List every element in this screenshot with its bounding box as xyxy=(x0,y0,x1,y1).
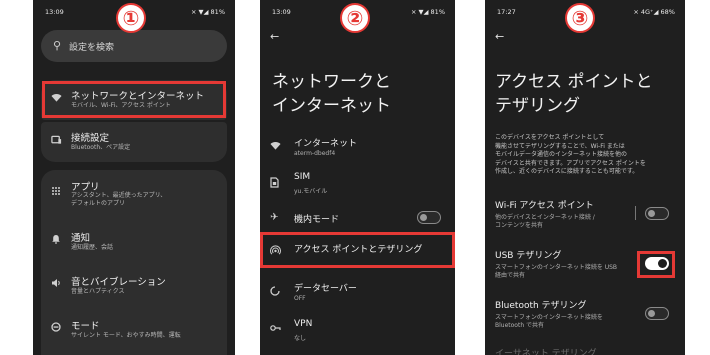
page-title-line2: テザリング xyxy=(495,96,580,116)
status-time: 13:09 xyxy=(45,8,64,16)
settings-item-modes[interactable]: モード サイレント モード、おやすみ時間、運転 xyxy=(41,306,227,350)
page-title-line2: インターネット xyxy=(272,96,391,116)
airplane-icon: ✈ xyxy=(270,212,279,223)
settings-item-title: モード xyxy=(71,321,100,332)
network-item-subtitle: OFF xyxy=(294,295,306,302)
step-badge-1: ① xyxy=(116,3,146,33)
network-item-subtitle: yu.モバイル xyxy=(294,188,328,195)
network-item-sim[interactable]: SIM yu.モバイル xyxy=(260,168,455,198)
tether-item-title: イーサネット テザリング xyxy=(495,349,597,355)
divider xyxy=(635,206,636,220)
settings-group: アプリ アシスタント、最近使ったアプリ、 デフォルトのアプリ 通知 通知履歴、会… xyxy=(41,170,227,355)
status-icons: ⨯ ▼◢ 81% xyxy=(410,8,445,16)
tether-item-subtitle: コンテンツを共有 xyxy=(495,222,544,229)
apps-grid-icon xyxy=(51,186,61,199)
network-item-title: SIM xyxy=(294,172,311,182)
network-item-title: データセーバー xyxy=(294,284,357,294)
network-item-subtitle: aterm-dbedf4 xyxy=(294,150,336,157)
tether-item-subtitle: 経由で共有 xyxy=(495,272,526,279)
wifi-hotspot-toggle[interactable] xyxy=(645,207,669,220)
settings-item-sound[interactable]: 音とバイブレーション 音量とハプティクス xyxy=(41,262,227,306)
settings-item-subtitle: Bluetooth、ペア設定 xyxy=(71,144,131,151)
step-badge-2: ② xyxy=(340,3,370,33)
network-item-internet[interactable]: インターネット aterm-dbedf4 xyxy=(260,132,455,162)
settings-item-subtitle: 通知履歴、会話 xyxy=(71,244,114,251)
highlight-box xyxy=(260,232,455,268)
tether-item-bluetooth[interactable]: Bluetooth テザリング スマートフォンのインターネット接続を Bluet… xyxy=(485,298,685,334)
bell-icon xyxy=(51,234,61,247)
back-arrow-icon[interactable]: ← xyxy=(270,30,279,43)
hotspot-tethering-screen: 17:27 ⨯ 4G⁺◢ 68% ← アクセス ポイントと テザリング このデバ… xyxy=(485,0,685,355)
page-title-line1: ネットワークと xyxy=(272,72,391,92)
tether-item-title: Bluetooth テザリング xyxy=(495,301,587,311)
tether-item-ethernet[interactable]: イーサネット テザリング xyxy=(485,346,685,355)
settings-item-subtitle: サイレント モード、おやすみ時間、運転 xyxy=(71,332,181,339)
volume-icon xyxy=(51,278,62,291)
settings-item-title: 音とバイブレーション xyxy=(71,277,166,288)
settings-item-subtitle: 音量とハプティクス xyxy=(71,288,125,295)
settings-item-title: 接続設定 xyxy=(71,133,110,144)
network-internet-screen: 13:09 ⨯ ▼◢ 81% ← ネットワークと インターネット インターネット… xyxy=(260,0,455,355)
tether-item-subtitle: Bluetooth で共有 xyxy=(495,322,545,329)
settings-item-apps[interactable]: アプリ アシスタント、最近使ったアプリ、 デフォルトのアプリ xyxy=(41,170,227,216)
settings-item-subtitle: デフォルトのアプリ xyxy=(71,200,126,207)
network-item-subtitle: なし xyxy=(294,335,307,342)
wifi-icon xyxy=(270,141,281,154)
search-placeholder: 設定を検索 xyxy=(69,43,115,53)
devices-icon xyxy=(51,135,62,148)
bluetooth-tethering-toggle[interactable] xyxy=(645,307,669,320)
settings-item-connected-devices[interactable]: 接続設定 Bluetooth、ペア設定 xyxy=(41,122,227,162)
status-time: 13:09 xyxy=(272,8,291,16)
tether-item-wifi-hotspot[interactable]: Wi-Fi アクセス ポイント 他のデバイスとインターネット接続 / コンテンツ… xyxy=(485,198,685,234)
mode-icon xyxy=(51,322,61,335)
status-time: 17:27 xyxy=(497,8,516,16)
back-arrow-icon[interactable]: ← xyxy=(495,30,504,43)
page-description: このデバイスをアクセス ポイントとして 機能させてテザリングすることで、Wi-F… xyxy=(495,134,646,175)
tether-item-title: Wi-Fi アクセス ポイント xyxy=(495,201,594,211)
network-item-data-saver[interactable]: データセーバー OFF xyxy=(260,278,455,308)
network-item-title: インターネット xyxy=(294,139,358,149)
step-badge-3: ③ xyxy=(565,3,595,33)
settings-item-subtitle: アシスタント、最近使ったアプリ、 xyxy=(71,192,167,199)
network-item-airplane-mode[interactable]: ✈ 機内モード xyxy=(260,206,455,230)
settings-item-notifications[interactable]: 通知 通知履歴、会話 xyxy=(41,218,227,262)
highlight-box xyxy=(42,81,226,118)
page-title-line1: アクセス ポイントと xyxy=(495,72,653,92)
vpn-key-icon xyxy=(270,324,281,335)
network-item-vpn[interactable]: VPN なし xyxy=(260,316,455,346)
airplane-mode-toggle[interactable] xyxy=(417,211,441,224)
status-icons: ⨯ 4G⁺◢ 68% xyxy=(633,8,675,16)
settings-item-title: 通知 xyxy=(71,233,91,244)
data-saver-icon xyxy=(270,286,280,299)
network-item-title: 機内モード xyxy=(294,215,340,225)
highlight-box xyxy=(637,251,675,278)
settings-search-bar[interactable]: ⚲ 設定を検索 xyxy=(41,30,227,62)
settings-screen: 13:09 ⨯ ▼◢ 81% ⚲ 設定を検索 ネットワークとインターネット モバ… xyxy=(33,0,235,355)
tether-item-title: USB テザリング xyxy=(495,251,562,261)
status-icons: ⨯ ▼◢ 81% xyxy=(190,8,225,16)
search-icon: ⚲ xyxy=(53,39,62,52)
settings-item-title: アプリ xyxy=(71,182,100,193)
sim-icon xyxy=(270,177,279,191)
network-item-title: VPN xyxy=(294,319,313,329)
